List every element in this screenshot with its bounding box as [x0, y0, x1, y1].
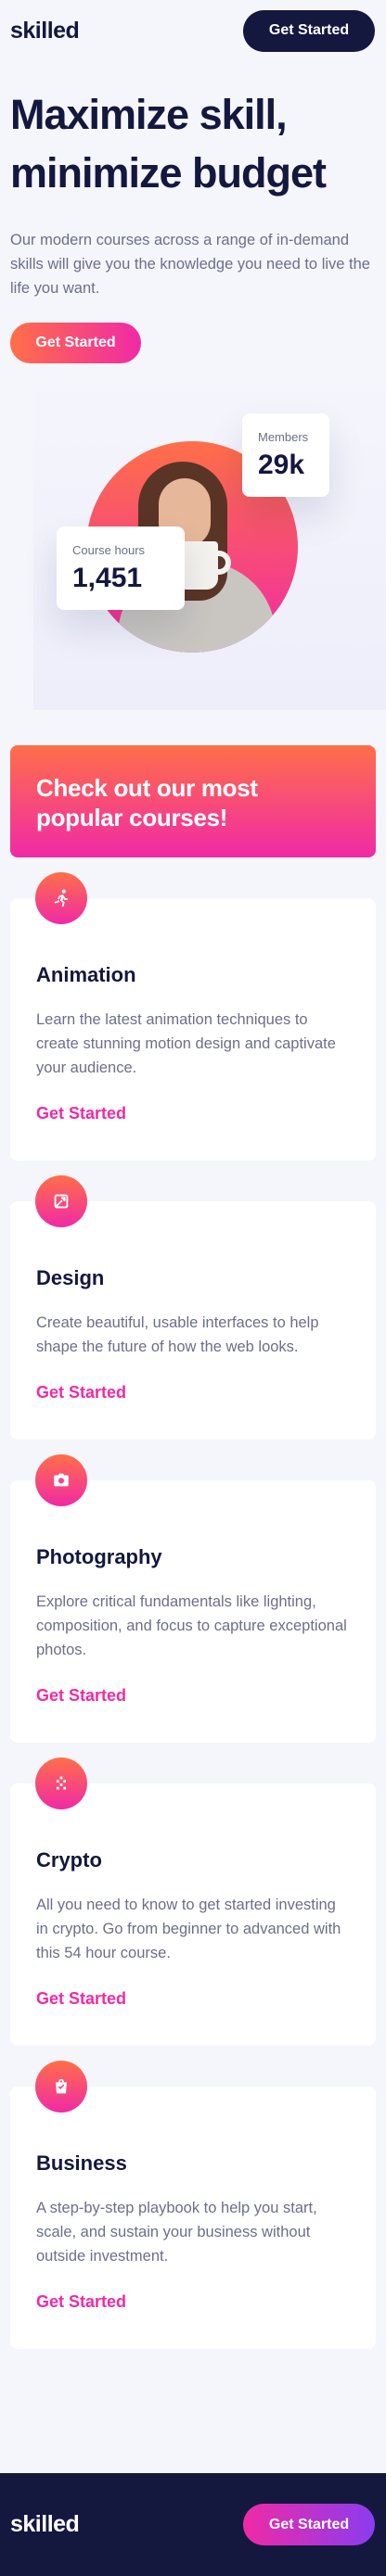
course-get-started-link[interactable]: Get Started	[36, 2292, 126, 2312]
course-hours-stat-card: Course hours 1,451	[57, 527, 185, 610]
hero-description: Our modern courses across a range of in-…	[10, 232, 370, 297]
running-person-icon	[35, 872, 87, 924]
course-list: Animation Learn the latest animation tec…	[0, 872, 386, 2349]
crypto-icon	[35, 1758, 87, 1809]
course-get-started-link[interactable]: Get Started	[36, 1104, 126, 1123]
course-card-crypto: Crypto All you need to know to get start…	[10, 1758, 376, 2046]
course-description: All you need to know to get started inve…	[36, 1897, 341, 1961]
popular-courses-banner: Check out our most popular courses!	[10, 745, 376, 857]
site-footer: skilled Get Started	[0, 2473, 386, 2576]
course-card-photography: Photography Explore critical fundamental…	[10, 1454, 376, 1743]
course-title: Design	[36, 1266, 105, 1289]
course-card-business: Business A step-by-step playbook to help…	[10, 2061, 376, 2349]
course-description: Learn the latest animation techniques to…	[36, 1011, 336, 1076]
course-get-started-link[interactable]: Get Started	[36, 1989, 126, 2009]
course-description: Explore critical fundamentals like light…	[36, 1593, 347, 1658]
logo[interactable]: skilled	[10, 18, 80, 44]
hero-get-started-button[interactable]: Get Started	[10, 323, 141, 363]
hero-title: Maximize skill, minimize budget	[10, 91, 327, 197]
course-hours-label: Course hours	[72, 543, 146, 557]
course-title: Business	[36, 2151, 127, 2175]
landing-page: skilled Get Started Maximize skill, mini…	[0, 0, 386, 2576]
course-title: Crypto	[36, 1848, 102, 1872]
popular-courses-title: Check out our most popular courses!	[36, 774, 258, 831]
course-description: Create beautiful, usable interfaces to h…	[36, 1314, 319, 1355]
course-card-design: Design Create beautiful, usable interfac…	[10, 1175, 376, 1440]
footer-logo[interactable]: skilled	[10, 2511, 80, 2538]
footer-get-started-button[interactable]: Get Started	[243, 2504, 375, 2545]
course-get-started-link[interactable]: Get Started	[36, 1686, 126, 1706]
design-tool-icon	[35, 1175, 87, 1227]
camera-icon	[35, 1454, 87, 1506]
course-title: Photography	[36, 1545, 162, 1568]
members-stat-card: Members 29k	[242, 413, 329, 497]
course-get-started-link[interactable]: Get Started	[36, 1383, 126, 1402]
course-card-animation: Animation Learn the latest animation tec…	[10, 872, 376, 1161]
members-label: Members	[258, 430, 309, 444]
hero-visual: Members 29k Course hours 1,451	[0, 367, 386, 710]
course-title: Animation	[36, 963, 136, 986]
site-header: skilled Get Started	[0, 0, 386, 61]
hero-section: Maximize skill, minimize budget Our mode…	[0, 61, 386, 363]
members-value: 29k	[258, 450, 305, 480]
shopping-bag-icon	[35, 2061, 87, 2113]
course-hours-value: 1,451	[72, 563, 143, 593]
course-description: A step-by-step playbook to help you star…	[36, 2200, 317, 2265]
header-get-started-button[interactable]: Get Started	[243, 9, 375, 52]
